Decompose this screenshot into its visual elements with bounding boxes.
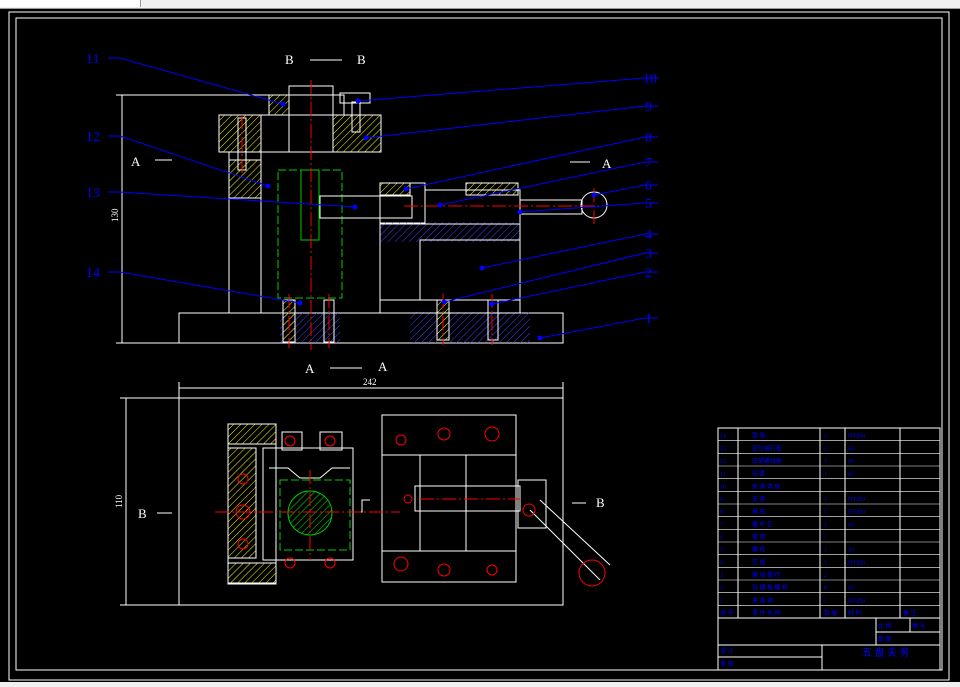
callout-14: 14 bbox=[86, 266, 100, 281]
title-row-cell: 1 bbox=[824, 598, 827, 604]
section-b-left: B bbox=[285, 52, 294, 67]
title-row-cell: 压紧螺母板 bbox=[752, 457, 782, 465]
center-lines-top bbox=[241, 80, 600, 350]
callout-12: 12 bbox=[86, 130, 100, 145]
title-cell-qty: 数 量 bbox=[878, 635, 892, 643]
callout-8: 8 bbox=[645, 131, 652, 146]
title-row-cell: 45 bbox=[848, 548, 854, 554]
title-row-cell: 45 bbox=[848, 446, 854, 452]
section-b-right: B bbox=[357, 52, 366, 67]
title-row-cell: 零 件 名 称 bbox=[752, 609, 781, 617]
title-row-cell: 3 bbox=[720, 573, 723, 579]
title-row-cell: 11 bbox=[720, 472, 726, 478]
callout-2: 2 bbox=[645, 266, 652, 281]
title-row-cell: 垫 板 bbox=[752, 432, 766, 440]
section-a-bottom-right: A bbox=[378, 359, 388, 374]
title-row-cell: 45 bbox=[848, 459, 854, 465]
title-cell-review: 审 核 bbox=[720, 660, 734, 668]
title-row-cell: 1 bbox=[824, 560, 827, 566]
title-row-cell: 1 bbox=[824, 446, 827, 452]
title-row-cell: 1 bbox=[824, 472, 827, 478]
section-a-left: A bbox=[131, 154, 141, 169]
callout-5: 5 bbox=[645, 197, 652, 212]
title-row-cell: HT200 bbox=[848, 510, 865, 516]
title-row-cell: 夹 具 体 板 bbox=[752, 482, 781, 490]
title-row-cell: 1 bbox=[824, 522, 827, 528]
section-a-bottom-left: A bbox=[305, 361, 315, 376]
section-b-side-right: B bbox=[596, 495, 605, 510]
title-row-cell: 1 bbox=[720, 598, 723, 604]
title-row-cell: 45 bbox=[848, 586, 854, 592]
callout-13: 13 bbox=[86, 186, 100, 201]
title-row-cell: 8 bbox=[824, 586, 827, 592]
callout-7: 7 bbox=[645, 156, 652, 171]
title-cell-drawing-no: 图 号 bbox=[912, 623, 926, 630]
drawing-title: 五 盘 夫 务 bbox=[862, 646, 910, 659]
title-row-cell: 钻 套 bbox=[752, 470, 766, 478]
title-row-cell: 2 bbox=[720, 586, 723, 592]
dimension-110-text: 110 bbox=[114, 494, 124, 508]
title-row-cell: 数 量 bbox=[824, 609, 838, 617]
title-row-cell: 钻 模 板 螺 栓 bbox=[752, 584, 788, 592]
title-row-cell: 13 bbox=[720, 446, 726, 452]
title-row-cell: 螺 杆 钉 bbox=[752, 520, 773, 528]
title-row-cell: HT200 bbox=[848, 497, 865, 503]
title-block-rows: 14 垫 板 1 HT20013 定位销钉板 1 4512 压紧螺母板 1 4511 钻 套 1 451… bbox=[718, 432, 940, 617]
title-row-cell: 6 bbox=[720, 535, 723, 541]
callout-11: 11 bbox=[86, 52, 99, 67]
title-row-cell: 45 bbox=[848, 472, 854, 478]
callout-10: 10 bbox=[643, 72, 657, 87]
title-row-cell: 套 筒 bbox=[752, 533, 766, 541]
title-row-cell: 45 bbox=[848, 522, 854, 528]
title-row-cell: 12 bbox=[720, 459, 726, 465]
title-row-cell: 1 bbox=[824, 535, 827, 541]
section-b-side-left: B bbox=[138, 506, 147, 521]
plan-holes bbox=[235, 426, 536, 577]
window-bottom-bar bbox=[0, 682, 960, 687]
title-row-cell: 10 bbox=[720, 484, 726, 490]
title-row-cell: 销 柱 bbox=[752, 508, 766, 516]
cad-drawing: 130 B B A A A A B B 11 12 13 14 10 9 8 7… bbox=[8, 11, 950, 681]
dimension-242-text: 242 bbox=[363, 377, 377, 387]
title-row-cell: 8 bbox=[720, 510, 723, 516]
title-row-cell: 夹 具 体 bbox=[752, 596, 773, 604]
title-row-cell: 5 bbox=[720, 548, 723, 554]
front-section-view bbox=[178, 85, 608, 344]
title-row-cell: HT200 bbox=[848, 434, 865, 440]
callout-3: 3 bbox=[645, 247, 652, 262]
title-row-cell: 4 bbox=[720, 560, 723, 566]
title-row-cell: 定位销钉板 bbox=[752, 444, 782, 452]
title-row-cell: 螺 柱 bbox=[752, 546, 766, 554]
title-row-cell: HT200 bbox=[848, 560, 865, 566]
title-cell-design: 设 计 bbox=[720, 647, 734, 655]
title-row-cell: 压 板 bbox=[752, 558, 766, 566]
plan-view bbox=[178, 397, 611, 606]
title-row-cell: 1 bbox=[824, 497, 827, 503]
title-row-cell: 序 号 bbox=[720, 609, 734, 617]
window-tab[interactable] bbox=[0, 0, 141, 7]
callout-1: 1 bbox=[645, 312, 652, 327]
callout-4: 4 bbox=[645, 228, 652, 243]
title-row-cell: 2 bbox=[824, 573, 827, 579]
callout-9: 9 bbox=[645, 100, 652, 115]
callout-6: 6 bbox=[645, 179, 652, 194]
title-row-cell: HT200 bbox=[848, 598, 865, 604]
title-row-cell: 备 注 bbox=[903, 609, 917, 617]
title-row-cell: 9 bbox=[720, 497, 723, 503]
callout-leaders bbox=[108, 57, 658, 339]
title-row-cell: 7 bbox=[720, 522, 723, 528]
dimension-130-text: 130 bbox=[110, 208, 120, 222]
title-row-cell: 1 bbox=[824, 548, 827, 554]
title-row-cell: 14 bbox=[720, 434, 726, 440]
title-row-cell: 1 bbox=[824, 510, 827, 516]
title-cell-scale: 比 例 bbox=[878, 622, 892, 630]
title-row-cell: 1 bbox=[824, 434, 827, 440]
title-row-cell: 1 bbox=[824, 459, 827, 465]
title-row-cell: 材 料 bbox=[848, 609, 862, 617]
title-row-cell: 螺 母 螺 栓 bbox=[752, 571, 781, 579]
center-lines-plan bbox=[215, 470, 520, 560]
title-row-cell: 支 座 bbox=[752, 495, 766, 503]
